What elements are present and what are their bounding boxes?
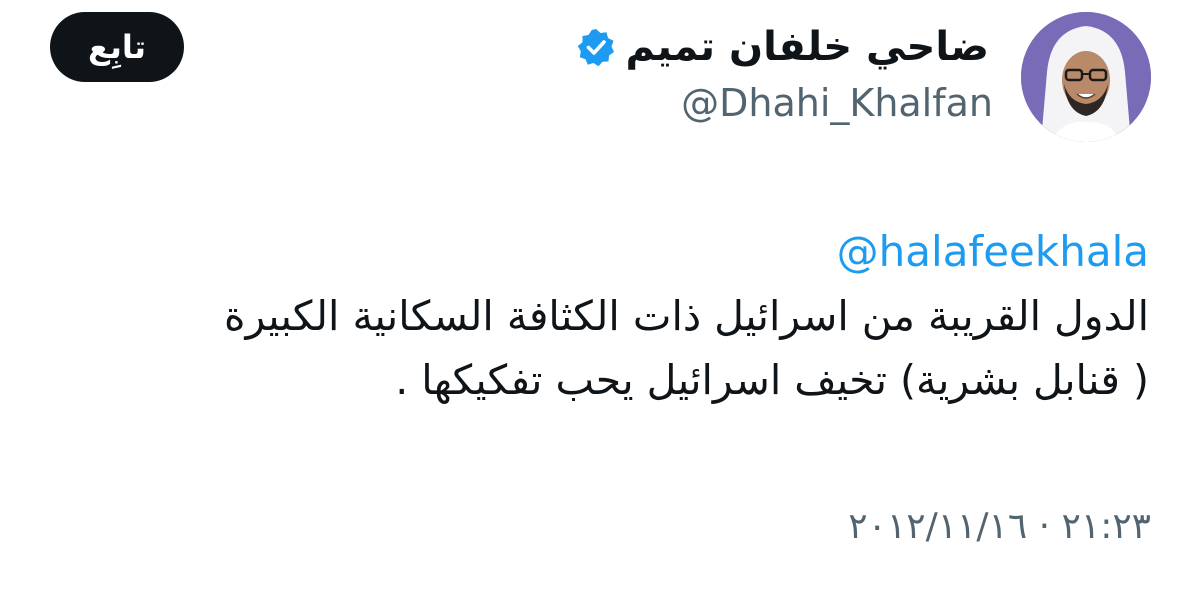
tweet-text-line: ( قنابل بشرية) تخيف اسرائيل يحب تفكيكها … xyxy=(395,356,1149,404)
verified-badge-icon xyxy=(577,29,614,67)
tweet-timestamp[interactable]: ٢١:٢٣ · ٢٠١٢/١١/١٦ xyxy=(848,502,1151,552)
avatar[interactable] xyxy=(1021,12,1151,142)
mention-link[interactable]: @halafeekhala xyxy=(49,220,1149,284)
display-name[interactable]: ضاحي خلفان تميم xyxy=(626,22,989,72)
avatar-photo xyxy=(1021,12,1151,142)
tweet-text-line: الدول القريبة من اسرائيل ذات الكثافة الس… xyxy=(224,292,1149,340)
tweet-text: @halafeekhala الدول القريبة من اسرائيل ذ… xyxy=(49,220,1149,412)
tweet-card: ضاحي خلفان تميم @Dhahi_Khalfan تابِع @ha… xyxy=(0,0,1179,600)
user-handle[interactable]: @Dhahi_Khalfan xyxy=(681,80,993,126)
author-name-row[interactable]: ضاحي خلفان تميم xyxy=(576,22,989,72)
follow-button[interactable]: تابِع xyxy=(50,12,184,82)
